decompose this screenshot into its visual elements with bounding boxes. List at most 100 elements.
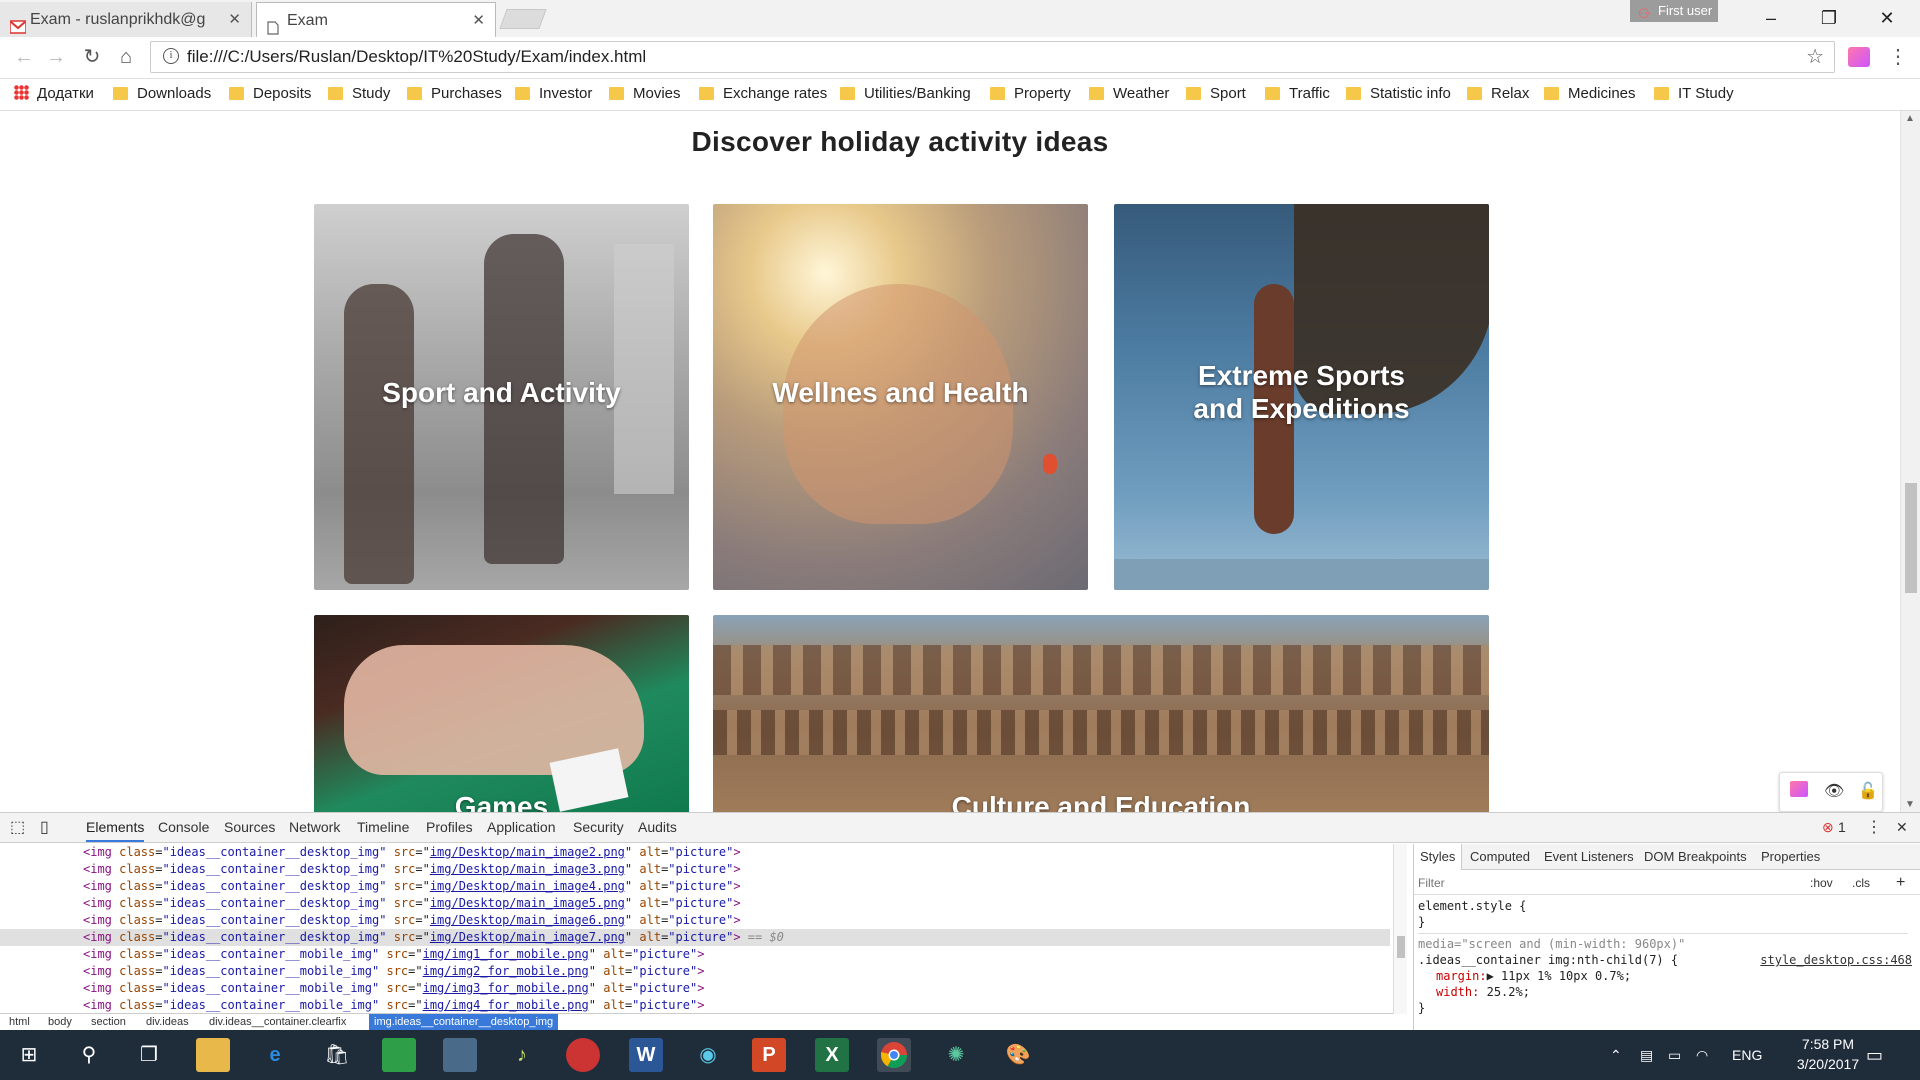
card-games[interactable]: Games bbox=[314, 615, 689, 812]
stylesheet-link[interactable]: style_desktop.css:468 bbox=[1760, 952, 1912, 968]
cls-toggle[interactable]: .cls bbox=[1852, 871, 1870, 895]
tray-chevron-icon[interactable]: ⌃ bbox=[1610, 1030, 1622, 1080]
bookmark-folder[interactable]: Study bbox=[328, 79, 390, 109]
hov-toggle[interactable]: :hov bbox=[1810, 871, 1833, 895]
bookmark-folder[interactable]: IT Study bbox=[1654, 79, 1734, 109]
crumb-body[interactable]: body bbox=[43, 1014, 77, 1031]
address-bar[interactable]: i file:///C:/Users/Ruslan/Desktop/IT%20S… bbox=[150, 41, 1835, 73]
tab-profiles[interactable]: Profiles bbox=[426, 813, 473, 842]
app-icon[interactable] bbox=[443, 1038, 477, 1072]
spreadsheet-app-icon[interactable] bbox=[382, 1038, 416, 1072]
chrome-icon[interactable] bbox=[877, 1038, 911, 1072]
bookmark-folder[interactable]: Investor bbox=[515, 79, 592, 109]
file-explorer-icon[interactable] bbox=[196, 1038, 230, 1072]
crumb-div-ideas[interactable]: div.ideas bbox=[141, 1014, 194, 1031]
devtools-close-icon[interactable]: ✕ bbox=[1896, 813, 1908, 842]
music-app-icon[interactable]: ♪ bbox=[505, 1038, 539, 1072]
user-profile-badge[interactable]: ⚇ First user bbox=[1630, 0, 1718, 22]
powerpoint-icon[interactable]: P bbox=[752, 1038, 786, 1072]
bookmark-folder[interactable]: Deposits bbox=[229, 79, 311, 109]
dom-node-line[interactable]: <img class="ideas__container__desktop_im… bbox=[0, 844, 1390, 861]
inspect-element-icon[interactable]: ⬚ bbox=[10, 813, 25, 842]
crumb-div-container[interactable]: div.ideas__container.clearfix bbox=[204, 1014, 351, 1031]
resource-link[interactable]: img/Desktop/main_image5.png bbox=[430, 896, 625, 910]
tab-properties[interactable]: Properties bbox=[1761, 844, 1820, 870]
input-language[interactable]: ENG bbox=[1732, 1030, 1762, 1080]
tab-security[interactable]: Security bbox=[573, 813, 624, 842]
card-extreme-sports[interactable]: Extreme Sports and Expeditions bbox=[1114, 204, 1489, 590]
card-culture-education[interactable]: Culture and Education bbox=[713, 615, 1489, 812]
resource-link[interactable]: img/img4_for_mobile.png bbox=[423, 998, 589, 1012]
tab-console[interactable]: Console bbox=[158, 813, 209, 842]
word-icon[interactable]: W bbox=[629, 1038, 663, 1072]
dom-node-line[interactable]: <img class="ideas__container__mobile_img… bbox=[0, 997, 1390, 1014]
margin-property[interactable]: margin: bbox=[1436, 969, 1487, 983]
styles-filter-input[interactable] bbox=[1418, 873, 1718, 893]
error-count[interactable]: 1 bbox=[1838, 813, 1846, 842]
tab-gmail[interactable]: Exam - ruslanprikhdk@g ✕ bbox=[0, 2, 252, 37]
forward-icon[interactable]: → bbox=[42, 43, 70, 71]
devtools-menu-icon[interactable]: ⋮ bbox=[1866, 813, 1882, 842]
tab-elements[interactable]: Elements bbox=[86, 813, 145, 842]
element-style-rule[interactable]: element.style { bbox=[1418, 898, 1908, 914]
search-icon[interactable]: ⚲ bbox=[72, 1038, 106, 1072]
device-toolbar-icon[interactable]: ▯ bbox=[40, 813, 49, 842]
store-icon[interactable]: 🛍 bbox=[320, 1038, 354, 1072]
tab-sources[interactable]: Sources bbox=[224, 813, 275, 842]
dom-node-line[interactable]: <img class="ideas__container__desktop_im… bbox=[0, 895, 1390, 912]
bookmark-folder[interactable]: Exchange rates bbox=[699, 79, 827, 109]
close-tab-icon[interactable]: ✕ bbox=[228, 2, 241, 37]
notifications-icon[interactable]: ▭ bbox=[1866, 1030, 1883, 1080]
dom-node-line[interactable]: <img class="ideas__container__mobile_img… bbox=[0, 963, 1390, 980]
task-view-icon[interactable]: ❐ bbox=[132, 1038, 166, 1072]
bookmark-star-icon[interactable]: ☆ bbox=[1806, 44, 1824, 69]
battery-icon[interactable]: ▭ bbox=[1668, 1030, 1681, 1080]
scrollbar-thumb[interactable] bbox=[1397, 936, 1405, 958]
bookmark-apps[interactable]: Додатки bbox=[14, 79, 94, 109]
margin-value[interactable]: ▶ 11px 1% 10px 0.7%; bbox=[1487, 969, 1632, 983]
info-icon[interactable]: i bbox=[163, 48, 179, 64]
crumb-img-selected[interactable]: img.ideas__container__desktop_img bbox=[369, 1014, 559, 1031]
bookmark-folder[interactable]: Statistic info bbox=[1346, 79, 1451, 109]
address-url[interactable]: file:///C:/Users/Ruslan/Desktop/IT%20Stu… bbox=[187, 42, 646, 72]
back-icon[interactable]: ← bbox=[10, 43, 38, 71]
app-icon[interactable]: ◉ bbox=[691, 1038, 725, 1072]
wifi-icon[interactable]: ◠ bbox=[1696, 1030, 1708, 1080]
dom-node-line[interactable]: <img class="ideas__container__mobile_img… bbox=[0, 980, 1390, 997]
dom-node-line[interactable]: <img class="ideas__container__desktop_im… bbox=[0, 929, 1390, 946]
bookmark-folder[interactable]: Property bbox=[990, 79, 1071, 109]
bookmark-folder[interactable]: Purchases bbox=[407, 79, 502, 109]
width-property[interactable]: width: bbox=[1436, 985, 1479, 999]
dom-node-line[interactable]: <img class="ideas__container__desktop_im… bbox=[0, 912, 1390, 929]
add-rule-icon[interactable]: + bbox=[1896, 871, 1905, 895]
card-sport-activity[interactable]: Sport and Activity bbox=[314, 204, 689, 590]
restore-button[interactable]: ❐ bbox=[1803, 2, 1855, 34]
scrollbar-thumb[interactable] bbox=[1905, 483, 1917, 593]
bookmark-folder[interactable]: Movies bbox=[609, 79, 681, 109]
width-value[interactable]: 25.2%; bbox=[1487, 985, 1530, 999]
app-icon[interactable]: ✺ bbox=[939, 1038, 973, 1072]
close-tab-icon[interactable]: ✕ bbox=[472, 3, 485, 37]
tab-dom-breakpoints[interactable]: DOM Breakpoints bbox=[1644, 844, 1747, 870]
excel-icon[interactable]: X bbox=[815, 1038, 849, 1072]
reload-icon[interactable]: ↻ bbox=[78, 43, 106, 71]
crumb-section[interactable]: section bbox=[86, 1014, 131, 1031]
dom-node-line[interactable]: <img class="ideas__container__desktop_im… bbox=[0, 861, 1390, 878]
elements-tree[interactable]: <img class="ideas__container__desktop_im… bbox=[0, 844, 1393, 1016]
tab-event-listeners[interactable]: Event Listeners bbox=[1544, 844, 1634, 870]
bookmark-folder[interactable]: Relax bbox=[1467, 79, 1529, 109]
system-clock[interactable]: 7:58 PM 3/20/2017 bbox=[1778, 1034, 1878, 1074]
new-tab-button[interactable] bbox=[499, 9, 547, 29]
start-windows-icon[interactable]: ⊞ bbox=[12, 1038, 46, 1072]
bookmark-folder[interactable]: Traffic bbox=[1265, 79, 1330, 109]
page-scrollbar[interactable]: ▲ ▼ bbox=[1900, 111, 1920, 812]
tab-styles[interactable]: Styles bbox=[1414, 844, 1463, 870]
close-window-button[interactable]: ✕ bbox=[1861, 2, 1913, 34]
dom-node-line[interactable]: <img class="ideas__container__desktop_im… bbox=[0, 878, 1390, 895]
bookmark-folder[interactable]: Medicines bbox=[1544, 79, 1636, 109]
paint-icon[interactable]: 🎨 bbox=[1001, 1038, 1035, 1072]
tab-network[interactable]: Network bbox=[289, 813, 340, 842]
eye-icon[interactable]: 👁 bbox=[1824, 781, 1844, 801]
minimize-button[interactable]: – bbox=[1745, 2, 1797, 34]
bookmark-folder[interactable]: Utilities/Banking bbox=[840, 79, 971, 109]
